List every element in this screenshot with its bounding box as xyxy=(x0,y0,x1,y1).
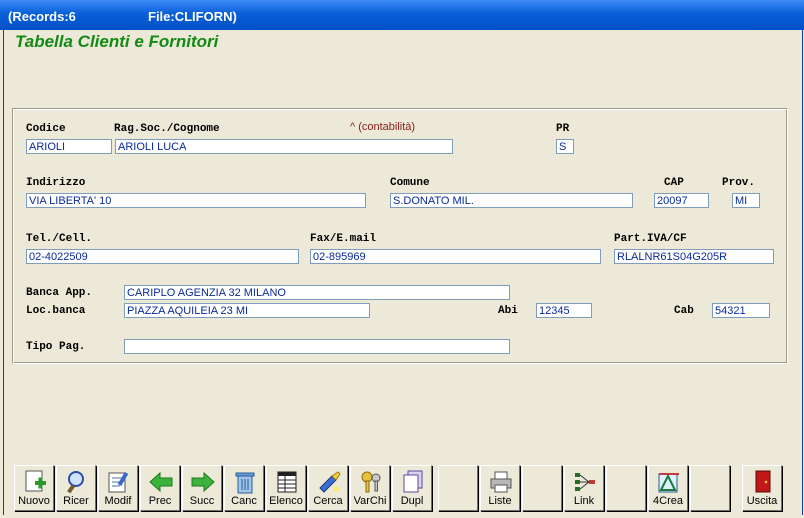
fax-label: Fax/E.mail xyxy=(310,233,377,245)
design-tools-icon xyxy=(658,473,679,493)
contabilita-note: ^ (contabilità) xyxy=(350,121,416,133)
indirizzo-label: Indirizzo xyxy=(26,177,86,189)
elenco-label: Elenco xyxy=(269,495,303,507)
network-link-icon xyxy=(575,473,595,491)
uscita-label: Uscita xyxy=(746,495,778,507)
prov-label: Prov. xyxy=(722,177,756,189)
piva-label: Part.IVA/CF xyxy=(614,233,687,245)
pr-field[interactable]: S xyxy=(556,139,574,154)
canc-button[interactable]: Canc xyxy=(224,465,264,511)
prec-label: Prec xyxy=(148,495,172,507)
records-count: (Records:6 xyxy=(8,9,76,24)
tipopag-field[interactable] xyxy=(124,339,510,354)
modif-label: Modif xyxy=(104,495,132,507)
cerca-label: Cerca xyxy=(313,495,343,507)
pr-label: PR xyxy=(556,123,570,135)
toolbar-empty-button-4[interactable] xyxy=(690,465,730,511)
fax-field[interactable]: 02-895969 xyxy=(310,249,601,264)
printer-icon xyxy=(490,471,512,493)
arrow-left-icon xyxy=(149,471,173,493)
title-bar: (Records:6 File:CLIFORN) xyxy=(0,0,804,30)
toolbar: Nuovo Ricer Modif Prec Succ Canc Elenco … xyxy=(12,465,786,513)
varchi-button[interactable]: VarChi xyxy=(350,465,390,511)
ragsoc-field[interactable]: ARIOLI LUCA xyxy=(115,139,453,154)
uscita-button[interactable]: Uscita xyxy=(742,465,782,511)
banca-field[interactable]: CARIPLO AGENZIA 32 MILANO xyxy=(124,285,510,300)
link-button[interactable]: Link xyxy=(564,465,604,511)
ricer-label: Ricer xyxy=(63,495,89,507)
varchi-label: VarChi xyxy=(353,495,387,507)
trash-icon xyxy=(235,472,255,494)
piva-field[interactable]: RLALNR61S04G205R xyxy=(614,249,774,264)
abi-field[interactable]: 12345 xyxy=(536,303,592,318)
dupl-button[interactable]: Dupl xyxy=(392,465,432,511)
nuovo-button[interactable]: Nuovo xyxy=(14,465,54,511)
cab-label: Cab xyxy=(674,305,694,317)
link-label: Link xyxy=(573,495,595,507)
ricer-button[interactable]: Ricer xyxy=(56,465,96,511)
list-table-icon xyxy=(277,471,297,493)
liste-label: Liste xyxy=(488,495,512,507)
succ-label: Succ xyxy=(189,495,215,507)
edit-document-icon xyxy=(108,471,129,493)
crea-button[interactable]: 4Crea xyxy=(648,465,688,511)
indirizzo-field[interactable]: VIA LIBERTA' 10 xyxy=(26,193,366,208)
toolbar-empty-button-3[interactable] xyxy=(606,465,646,511)
cab-field[interactable]: 54321 xyxy=(712,303,770,318)
comune-label: Comune xyxy=(390,177,430,189)
canc-label: Canc xyxy=(231,495,257,507)
prov-field[interactable]: MI xyxy=(732,193,760,208)
toolbar-empty-button-2[interactable] xyxy=(522,465,562,511)
liste-button[interactable]: Liste xyxy=(480,465,520,511)
locbanca-label: Loc.banca xyxy=(26,305,86,317)
duplicate-icon xyxy=(403,470,423,493)
comune-field[interactable]: S.DONATO MIL. xyxy=(390,193,633,208)
tipopag-label: Tipo Pag. xyxy=(26,341,86,353)
ragsoc-label: Rag.Soc./Cognome xyxy=(114,123,220,135)
new-document-icon xyxy=(25,470,46,492)
cap-field[interactable]: 20097 xyxy=(654,193,709,208)
banca-label: Banca App. xyxy=(26,287,93,299)
elenco-button[interactable]: Elenco xyxy=(266,465,306,511)
codice-field[interactable]: ARIOLI xyxy=(26,139,112,154)
cap-label: CAP xyxy=(664,177,684,189)
codice-label: Codice xyxy=(26,123,66,135)
cerca-button[interactable]: Cerca xyxy=(308,465,348,511)
arrow-right-icon xyxy=(191,471,215,493)
exit-door-icon xyxy=(755,470,771,493)
magnifier-icon xyxy=(67,471,84,494)
flashlight-icon xyxy=(319,471,341,493)
locbanca-field[interactable]: PIAZZA AQUILEIA 23 MI xyxy=(124,303,370,318)
prec-button[interactable]: Prec xyxy=(140,465,180,511)
tel-field[interactable]: 02-4022509 xyxy=(26,249,299,264)
modif-button[interactable]: Modif xyxy=(98,465,138,511)
crea-label: 4Crea xyxy=(653,495,683,507)
succ-button[interactable]: Succ xyxy=(182,465,222,511)
dupl-label: Dupl xyxy=(400,495,424,507)
file-name: File:CLIFORN) xyxy=(148,9,237,24)
toolbar-empty-button-1[interactable] xyxy=(438,465,478,511)
tel-label: Tel./Cell. xyxy=(26,233,93,245)
keys-icon xyxy=(361,471,381,493)
nuovo-label: Nuovo xyxy=(18,495,50,507)
page-title: Tabella Clienti e Fornitori xyxy=(15,32,219,51)
abi-label: Abi xyxy=(498,305,518,317)
